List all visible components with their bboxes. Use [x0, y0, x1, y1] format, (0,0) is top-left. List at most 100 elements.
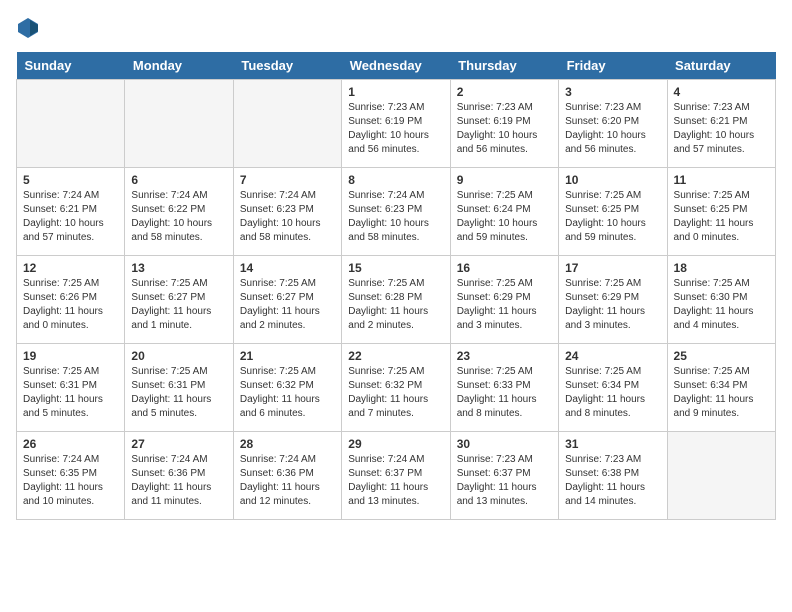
day-number: 4	[674, 85, 769, 99]
day-number: 19	[23, 349, 118, 363]
day-info: Sunrise: 7:25 AM Sunset: 6:25 PM Dayligh…	[565, 189, 660, 245]
day-info: Sunrise: 7:25 AM Sunset: 6:27 PM Dayligh…	[131, 277, 226, 333]
calendar-cell: 9 Sunrise: 7:25 AM Sunset: 6:24 PM Daylig…	[450, 168, 558, 256]
week-row-1: 1 Sunrise: 7:23 AM Sunset: 6:19 PM Daylig…	[17, 80, 776, 168]
calendar-cell: 21 Sunrise: 7:25 AM Sunset: 6:32 PM Dayli…	[233, 344, 341, 432]
calendar-table: SundayMondayTuesdayWednesdayThursdayFrid…	[16, 52, 776, 520]
day-info: Sunrise: 7:25 AM Sunset: 6:32 PM Dayligh…	[240, 365, 335, 421]
calendar-cell: 31 Sunrise: 7:23 AM Sunset: 6:38 PM Dayli…	[559, 432, 667, 520]
calendar-cell: 20 Sunrise: 7:25 AM Sunset: 6:31 PM Dayli…	[125, 344, 233, 432]
day-number: 30	[457, 437, 552, 451]
calendar-cell: 1 Sunrise: 7:23 AM Sunset: 6:19 PM Daylig…	[342, 80, 450, 168]
day-number: 18	[674, 261, 769, 275]
day-number: 31	[565, 437, 660, 451]
calendar-cell: 24 Sunrise: 7:25 AM Sunset: 6:34 PM Dayli…	[559, 344, 667, 432]
day-number: 8	[348, 173, 443, 187]
day-number: 13	[131, 261, 226, 275]
calendar-cell: 29 Sunrise: 7:24 AM Sunset: 6:37 PM Dayli…	[342, 432, 450, 520]
day-info: Sunrise: 7:25 AM Sunset: 6:31 PM Dayligh…	[23, 365, 118, 421]
day-number: 22	[348, 349, 443, 363]
day-header-wednesday: Wednesday	[342, 52, 450, 80]
calendar-cell: 5 Sunrise: 7:24 AM Sunset: 6:21 PM Daylig…	[17, 168, 125, 256]
calendar-cell: 12 Sunrise: 7:25 AM Sunset: 6:26 PM Dayli…	[17, 256, 125, 344]
day-number: 23	[457, 349, 552, 363]
day-number: 7	[240, 173, 335, 187]
calendar-cell: 22 Sunrise: 7:25 AM Sunset: 6:32 PM Dayli…	[342, 344, 450, 432]
calendar-cell	[125, 80, 233, 168]
day-number: 24	[565, 349, 660, 363]
calendar-cell: 3Sunrise: 7:23 AM Sunset: 6:20 PM Daylig…	[559, 80, 667, 168]
day-info: Sunrise: 7:25 AM Sunset: 6:32 PM Dayligh…	[348, 365, 443, 421]
day-info: Sunrise: 7:24 AM Sunset: 6:36 PM Dayligh…	[131, 453, 226, 509]
day-number: 14	[240, 261, 335, 275]
day-info: Sunrise: 7:24 AM Sunset: 6:37 PM Dayligh…	[348, 453, 443, 509]
day-number: 6	[131, 173, 226, 187]
day-info: Sunrise: 7:24 AM Sunset: 6:36 PM Dayligh…	[240, 453, 335, 509]
day-number: 1	[348, 85, 443, 99]
day-info: Sunrise: 7:25 AM Sunset: 6:34 PM Dayligh…	[565, 365, 660, 421]
day-header-saturday: Saturday	[667, 52, 775, 80]
day-info: Sunrise: 7:25 AM Sunset: 6:28 PM Dayligh…	[348, 277, 443, 333]
day-header-thursday: Thursday	[450, 52, 558, 80]
day-info: Sunrise: 7:25 AM Sunset: 6:26 PM Dayligh…	[23, 277, 118, 333]
day-number: 29	[348, 437, 443, 451]
day-number: 28	[240, 437, 335, 451]
calendar-cell: 19 Sunrise: 7:25 AM Sunset: 6:31 PM Dayli…	[17, 344, 125, 432]
logo-icon	[16, 16, 40, 40]
day-info: Sunrise: 7:23 AM Sunset: 6:19 PM Dayligh…	[348, 101, 443, 157]
day-info: Sunrise: 7:25 AM Sunset: 6:31 PM Dayligh…	[131, 365, 226, 421]
week-row-5: 26 Sunrise: 7:24 AM Sunset: 6:35 PM Dayli…	[17, 432, 776, 520]
day-header-row: SundayMondayTuesdayWednesdayThursdayFrid…	[17, 52, 776, 80]
calendar-cell: 6 Sunrise: 7:24 AM Sunset: 6:22 PM Daylig…	[125, 168, 233, 256]
day-number: 15	[348, 261, 443, 275]
calendar-cell	[667, 432, 775, 520]
day-number: 25	[674, 349, 769, 363]
day-info: Sunrise: 7:24 AM Sunset: 6:35 PM Dayligh…	[23, 453, 118, 509]
day-number: 9	[457, 173, 552, 187]
day-header-friday: Friday	[559, 52, 667, 80]
calendar-cell: 25 Sunrise: 7:25 AM Sunset: 6:34 PM Dayli…	[667, 344, 775, 432]
calendar-cell: 16 Sunrise: 7:25 AM Sunset: 6:29 PM Dayli…	[450, 256, 558, 344]
day-number: 27	[131, 437, 226, 451]
day-number: 17	[565, 261, 660, 275]
day-info: Sunrise: 7:23 AM Sunset: 6:38 PM Dayligh…	[565, 453, 660, 509]
week-row-3: 12 Sunrise: 7:25 AM Sunset: 6:26 PM Dayli…	[17, 256, 776, 344]
day-number: 20	[131, 349, 226, 363]
day-info: Sunrise: 7:24 AM Sunset: 6:22 PM Dayligh…	[131, 189, 226, 245]
day-info: Sunrise: 7:24 AM Sunset: 6:21 PM Dayligh…	[23, 189, 118, 245]
day-header-sunday: Sunday	[17, 52, 125, 80]
day-number: 21	[240, 349, 335, 363]
calendar-cell: 7 Sunrise: 7:24 AM Sunset: 6:23 PM Daylig…	[233, 168, 341, 256]
calendar-cell: 26 Sunrise: 7:24 AM Sunset: 6:35 PM Dayli…	[17, 432, 125, 520]
day-number: 12	[23, 261, 118, 275]
day-info: Sunrise: 7:23 AM Sunset: 6:19 PM Dayligh…	[457, 101, 552, 157]
calendar-cell: 8Sunrise: 7:24 AM Sunset: 6:23 PM Daylig…	[342, 168, 450, 256]
logo	[16, 16, 44, 40]
day-number: 2	[457, 85, 552, 99]
calendar-cell: 14 Sunrise: 7:25 AM Sunset: 6:27 PM Dayli…	[233, 256, 341, 344]
day-info: Sunrise: 7:23 AM Sunset: 6:20 PM Dayligh…	[565, 101, 660, 157]
day-info: Sunrise: 7:24 AM Sunset: 6:23 PM Dayligh…	[240, 189, 335, 245]
week-row-2: 5 Sunrise: 7:24 AM Sunset: 6:21 PM Daylig…	[17, 168, 776, 256]
day-number: 5	[23, 173, 118, 187]
day-info: Sunrise: 7:25 AM Sunset: 6:34 PM Dayligh…	[674, 365, 769, 421]
page-header	[16, 16, 776, 40]
day-number: 10	[565, 173, 660, 187]
calendar-cell: 2 Sunrise: 7:23 AM Sunset: 6:19 PM Daylig…	[450, 80, 558, 168]
day-info: Sunrise: 7:25 AM Sunset: 6:29 PM Dayligh…	[457, 277, 552, 333]
calendar-cell: 28 Sunrise: 7:24 AM Sunset: 6:36 PM Dayli…	[233, 432, 341, 520]
calendar-cell	[17, 80, 125, 168]
day-number: 16	[457, 261, 552, 275]
day-number: 11	[674, 173, 769, 187]
day-info: Sunrise: 7:25 AM Sunset: 6:24 PM Dayligh…	[457, 189, 552, 245]
day-info: Sunrise: 7:23 AM Sunset: 6:21 PM Dayligh…	[674, 101, 769, 157]
calendar-cell	[233, 80, 341, 168]
calendar-cell: 13 Sunrise: 7:25 AM Sunset: 6:27 PM Dayli…	[125, 256, 233, 344]
calendar-cell: 18Sunrise: 7:25 AM Sunset: 6:30 PM Dayli…	[667, 256, 775, 344]
day-number: 26	[23, 437, 118, 451]
day-info: Sunrise: 7:25 AM Sunset: 6:27 PM Dayligh…	[240, 277, 335, 333]
day-info: Sunrise: 7:25 AM Sunset: 6:33 PM Dayligh…	[457, 365, 552, 421]
day-info: Sunrise: 7:25 AM Sunset: 6:29 PM Dayligh…	[565, 277, 660, 333]
calendar-cell: 23 Sunrise: 7:25 AM Sunset: 6:33 PM Dayli…	[450, 344, 558, 432]
calendar-cell: 27 Sunrise: 7:24 AM Sunset: 6:36 PM Dayli…	[125, 432, 233, 520]
